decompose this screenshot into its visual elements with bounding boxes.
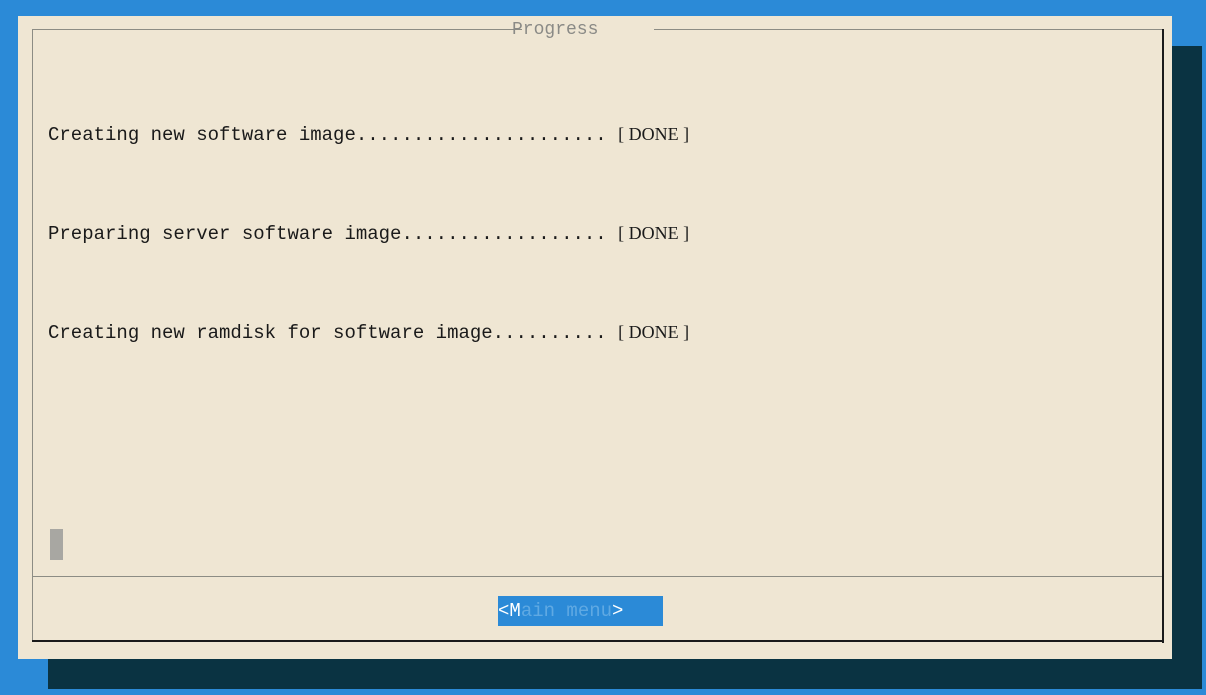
frame-top-border-left bbox=[32, 29, 522, 30]
log-line: Creating new ramdisk for software image.… bbox=[48, 316, 689, 349]
terminal-screen: Progress Creating new software image....… bbox=[0, 0, 1206, 695]
frame-right-border bbox=[1162, 29, 1164, 643]
log-line-status: [ DONE ] bbox=[618, 322, 690, 342]
button-label-rest: ain menu bbox=[520, 600, 613, 622]
button-hotkey: M bbox=[509, 600, 521, 622]
log-line-text: Creating new ramdisk for software image.… bbox=[48, 322, 619, 344]
separator-tick bbox=[1162, 574, 1164, 578]
log-line-status: [ DONE ] bbox=[618, 124, 690, 144]
log-line-text: Creating new software image.............… bbox=[48, 124, 619, 146]
progress-log: Creating new software image.............… bbox=[48, 52, 689, 415]
log-line: Creating new software image.............… bbox=[48, 118, 689, 151]
frame-left-border bbox=[32, 29, 33, 641]
main-menu-button[interactable]: <Main menu> bbox=[498, 596, 663, 626]
log-line: Preparing server software image.........… bbox=[48, 217, 689, 250]
button-close-bracket: > bbox=[612, 600, 624, 622]
button-area-separator bbox=[32, 576, 1164, 577]
dialog-title: Progress bbox=[512, 20, 599, 40]
text-cursor bbox=[50, 529, 63, 560]
frame-top-border-right bbox=[654, 29, 1162, 30]
frame-bottom-border bbox=[32, 640, 1164, 642]
progress-dialog: Progress Creating new software image....… bbox=[18, 16, 1172, 659]
button-open-bracket: < bbox=[498, 600, 510, 622]
log-line-status: [ DONE ] bbox=[618, 223, 690, 243]
log-line-text: Preparing server software image.........… bbox=[48, 223, 619, 245]
